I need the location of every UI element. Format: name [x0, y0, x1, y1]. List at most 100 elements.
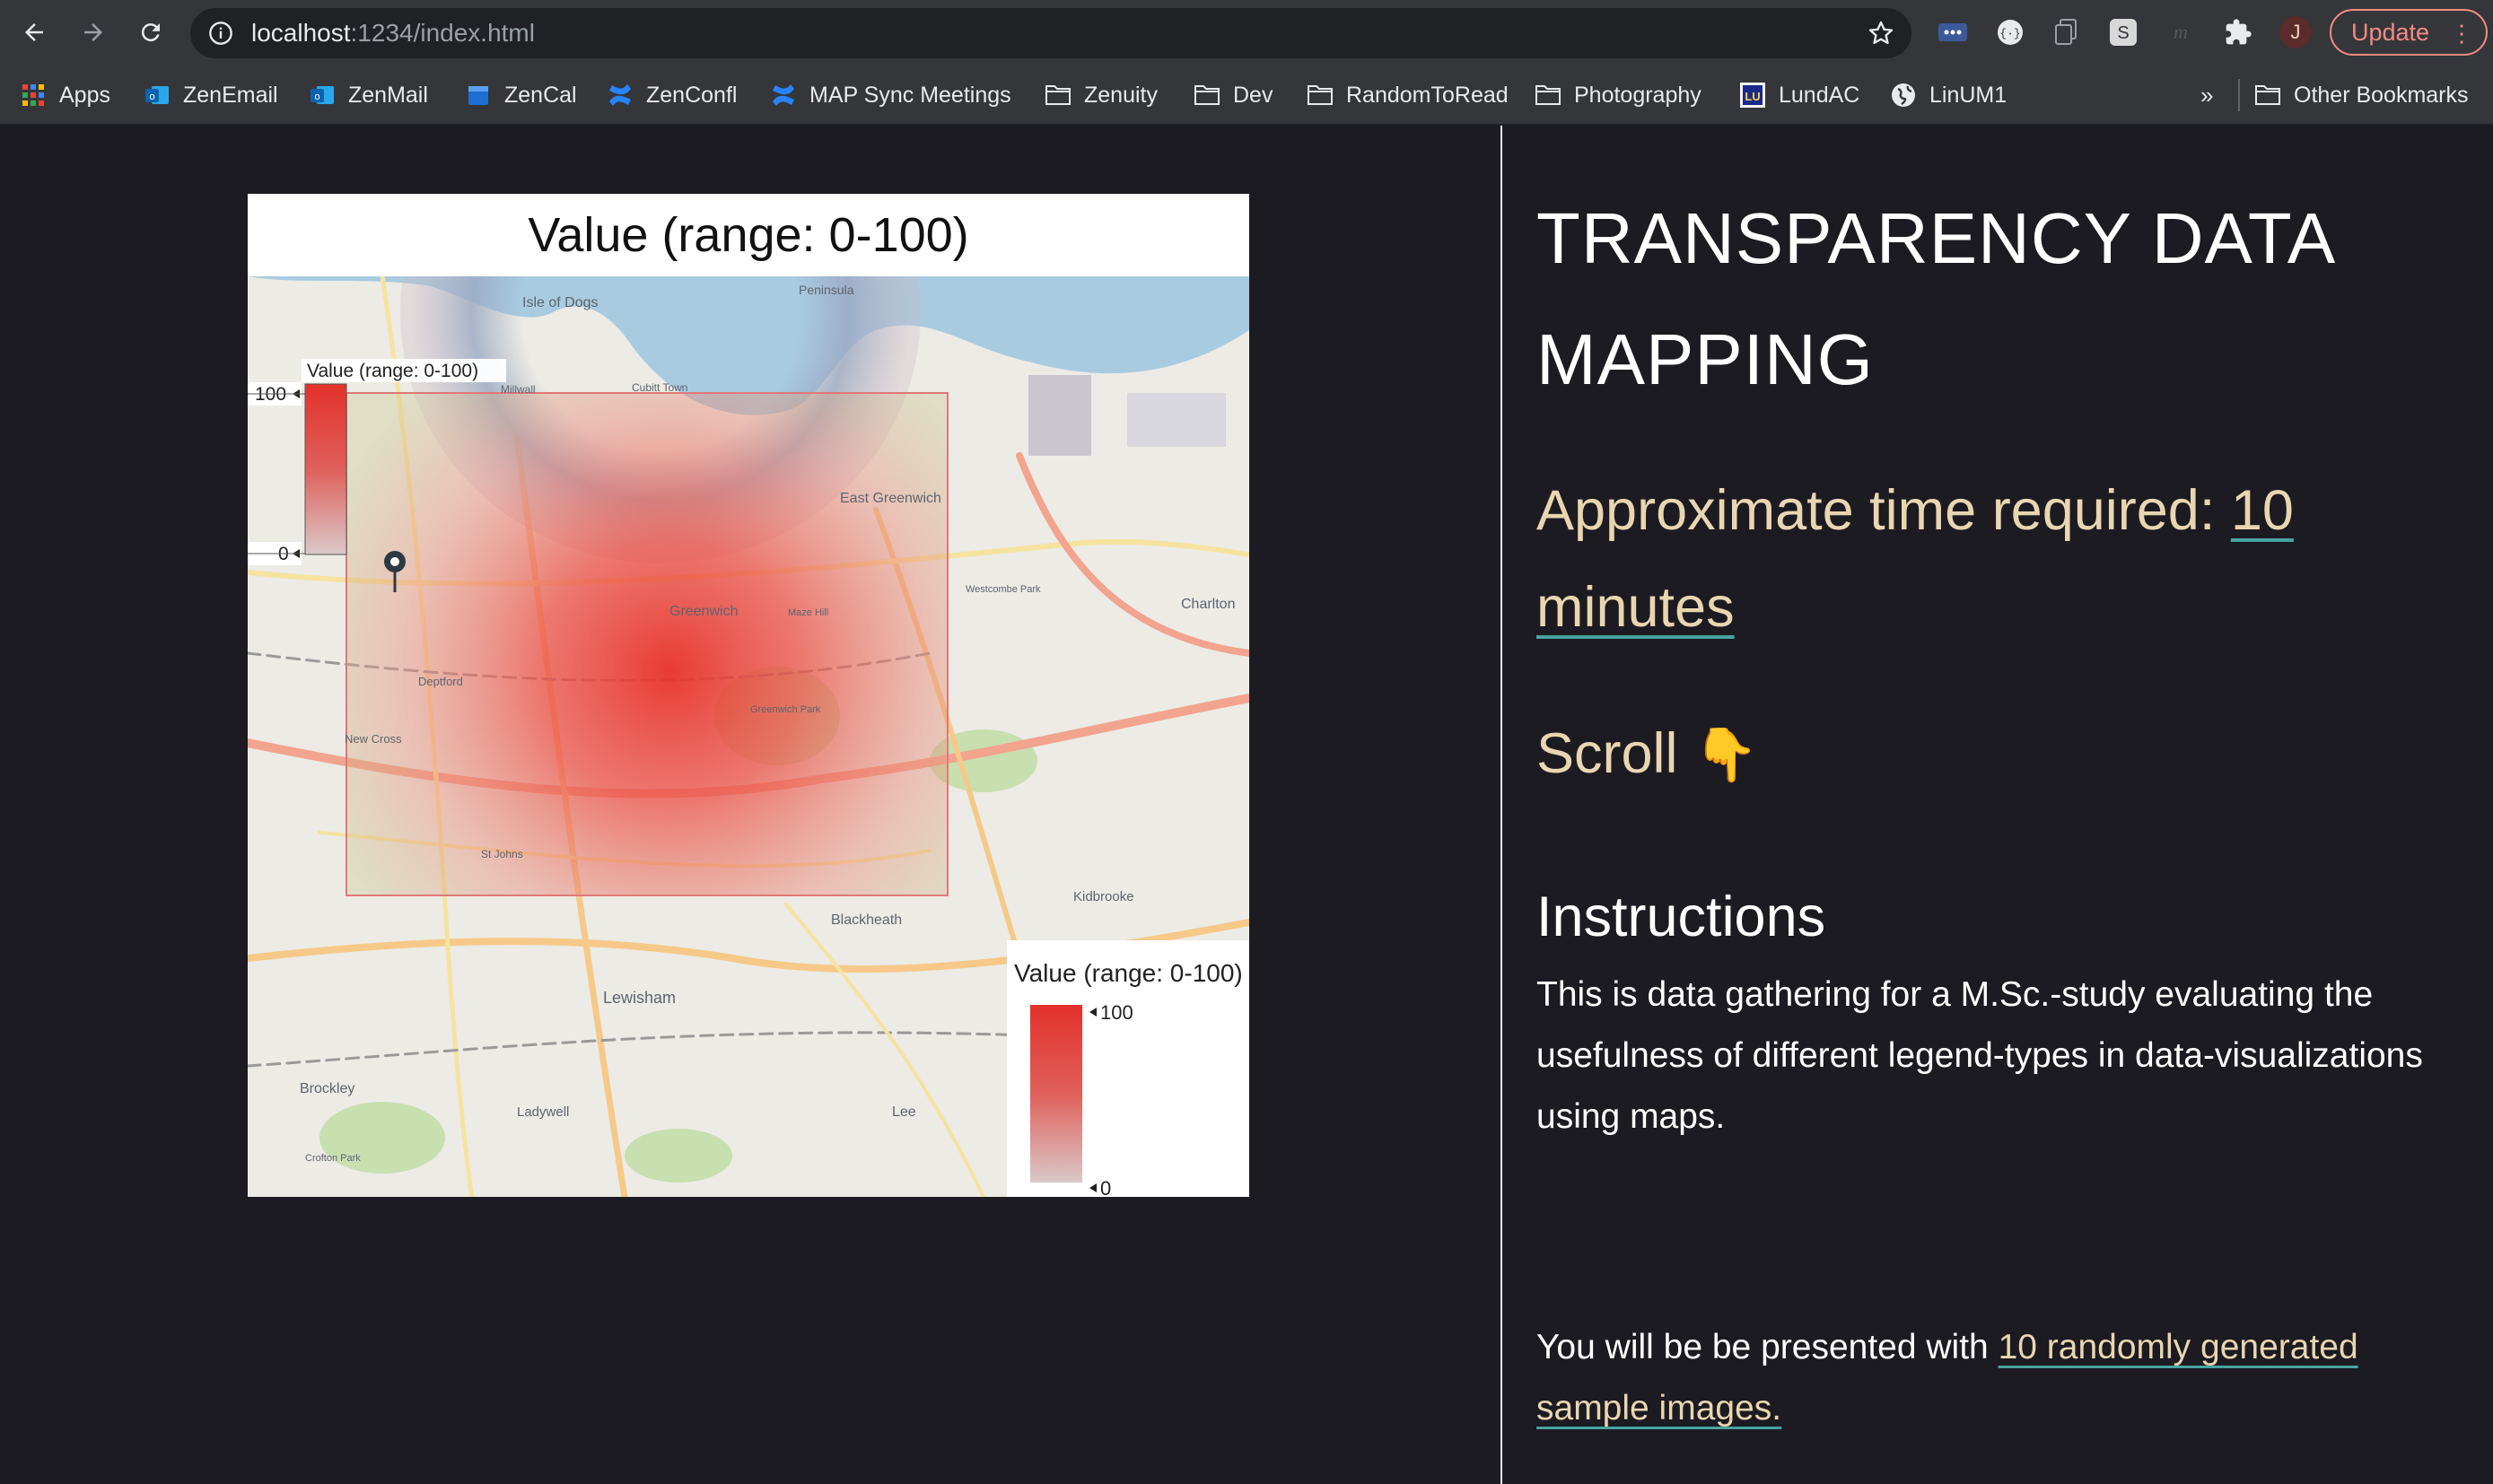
reload-icon: [141, 23, 160, 42]
extension-copy-icon[interactable]: [2050, 16, 2082, 48]
bookmark-label: Zenuity: [1084, 82, 1158, 108]
time-required: Approximate time required: 10 minutes: [1536, 462, 2452, 656]
big-legend-max: 100: [1100, 1001, 1133, 1024]
confluence-icon: [770, 82, 797, 109]
url-path: :1234/index.html: [350, 19, 535, 47]
bookmark-photography[interactable]: Photography: [1535, 77, 1701, 113]
bookmark-label: Apps: [59, 82, 110, 108]
lu-logo-icon: LU: [1739, 82, 1766, 109]
instructions-heading: Instructions: [1536, 886, 1826, 948]
outlook-icon: o: [144, 82, 171, 109]
browser-toolbar: localhost:1234/index.html {·} S m J Upda…: [0, 0, 2493, 65]
back-button[interactable]: [14, 13, 54, 52]
profile-avatar[interactable]: J: [2279, 16, 2312, 48]
map-title: Value (range: 0-100): [528, 208, 969, 262]
bookmark-map-sync-meetings[interactable]: MAP Sync Meetings: [770, 77, 1011, 113]
big-legend-title: Value (range: 0-100): [1014, 959, 1243, 987]
place-label: Peninsula: [799, 283, 854, 297]
extension-s-icon[interactable]: S: [2107, 16, 2139, 48]
arrow-right-icon: [84, 23, 102, 41]
bookmark-zencal[interactable]: ZenCal: [465, 77, 577, 113]
svg-text:{·}: {·}: [1999, 27, 2020, 40]
heatmap-map[interactable]: Greenwich Lewisham Brockley Blackheath C…: [248, 276, 1249, 1197]
map-figure: Value (range: 0-100) Greenwich Lewisham …: [248, 194, 1249, 1197]
bookmarks-separator: [2238, 79, 2240, 111]
bookmark-lundac[interactable]: LU LundAC: [1739, 77, 1859, 113]
bookmark-apps[interactable]: Apps: [20, 77, 110, 113]
folder-icon: [1535, 82, 1561, 109]
industrial-area: [1127, 393, 1226, 447]
big-legend-bar: [1030, 1005, 1082, 1183]
bookmark-label: Other Bookmarks: [2294, 82, 2469, 108]
place-label: Millwall: [501, 383, 536, 396]
bookmark-label: ZenEmail: [183, 82, 278, 108]
instructions-text: This is data gathering for a M.Sc.-study…: [1536, 975, 2423, 1136]
panel-divider: [1500, 126, 1502, 1484]
bookmark-label: ZenMail: [348, 82, 428, 108]
star-icon[interactable]: [1867, 19, 1895, 48]
presentation-label: You will be be presented with: [1536, 1328, 1999, 1366]
url-host: localhost: [251, 19, 351, 47]
bookmark-zenmail[interactable]: o ZenMail: [309, 77, 428, 113]
place-label: Westcombe Park: [966, 584, 1041, 595]
place-label: New Cross: [345, 732, 402, 746]
forward-button[interactable]: [74, 13, 113, 52]
scroll-label: Scroll: [1536, 722, 1678, 785]
folder-icon: [1194, 82, 1220, 109]
bookmark-label: LundAC: [1779, 82, 1860, 108]
bookmark-label: LinUM1: [1929, 82, 2008, 108]
page-title: TRANSPARENCY DATA MAPPING: [1536, 198, 2332, 399]
confluence-icon: [607, 82, 634, 109]
bookmarks-overflow-button[interactable]: »: [2200, 77, 2213, 113]
svg-text:S: S: [2117, 23, 2129, 43]
small-legend-title: Value (range: 0-100): [307, 361, 478, 381]
more-vert-icon[interactable]: ⋮: [2450, 20, 2473, 48]
small-legend-bar: [304, 383, 347, 555]
place-label: Blackheath: [831, 912, 902, 928]
globe-icon: [1890, 82, 1917, 109]
bookmark-zenemail[interactable]: o ZenEmail: [144, 77, 278, 113]
address-bar[interactable]: localhost:1234/index.html: [190, 8, 1911, 58]
update-button[interactable]: Update ⋮: [2330, 9, 2488, 56]
bookmark-label: MAP Sync Meetings: [809, 82, 1011, 108]
folder-icon: [1307, 82, 1334, 109]
bookmark-zenconfl[interactable]: ZenConfl: [607, 77, 737, 113]
bookmark-label: Photography: [1574, 82, 1701, 108]
arrow-left-icon: [25, 23, 43, 41]
time-required-label: Approximate time required:: [1536, 479, 2231, 542]
place-label: Ladywell: [517, 1104, 569, 1120]
extension-dots-icon[interactable]: [1937, 16, 1969, 48]
place-label: Greenwich: [669, 604, 738, 619]
bookmark-other-bookmarks[interactable]: Other Bookmarks: [2254, 77, 2469, 113]
extension-code-icon[interactable]: {·}: [1994, 16, 2026, 48]
industrial-area: [1028, 375, 1091, 456]
place-label: Lewisham: [603, 989, 676, 1007]
place-label: Cubitt Town: [632, 381, 687, 394]
place-label: Isle of Dogs: [522, 295, 598, 310]
bookmark-linum1[interactable]: LinUM1: [1890, 77, 2007, 113]
reload-button[interactable]: [131, 13, 171, 52]
extensions-puzzle-icon[interactable]: [2222, 16, 2254, 48]
place-label: Maze Hill: [788, 607, 828, 618]
info-icon[interactable]: [208, 21, 233, 46]
ladywell-fields: [625, 1129, 732, 1183]
scroll-hint: Scroll 👇: [1536, 718, 1758, 791]
map-canvas: Greenwich Lewisham Brockley Blackheath C…: [248, 276, 1249, 1197]
place-label: Kidbrooke: [1073, 889, 1134, 904]
apps-grid-icon: [20, 82, 47, 109]
place-label: St Johns: [481, 848, 523, 860]
bookmark-zenuity[interactable]: Zenuity: [1045, 77, 1158, 113]
presentation-info: You will be be presented with 10 randoml…: [1536, 1317, 2470, 1439]
url-text: localhost:1234/index.html: [251, 19, 535, 48]
place-label: Lee: [892, 1104, 916, 1120]
bookmark-dev[interactable]: Dev: [1194, 77, 1273, 113]
place-label: Deptford: [418, 675, 463, 688]
svg-text:m: m: [2174, 21, 2188, 43]
bookmark-label: Dev: [1233, 82, 1273, 108]
big-legend-min: 0: [1100, 1177, 1111, 1197]
place-label: Crofton Park: [305, 1153, 361, 1164]
extension-m-icon[interactable]: m: [2165, 16, 2197, 48]
place-label: Charlton: [1181, 597, 1235, 612]
bookmark-label: ZenConfl: [646, 82, 738, 108]
bookmark-randomtoread[interactable]: RandomToRead: [1307, 77, 1509, 113]
